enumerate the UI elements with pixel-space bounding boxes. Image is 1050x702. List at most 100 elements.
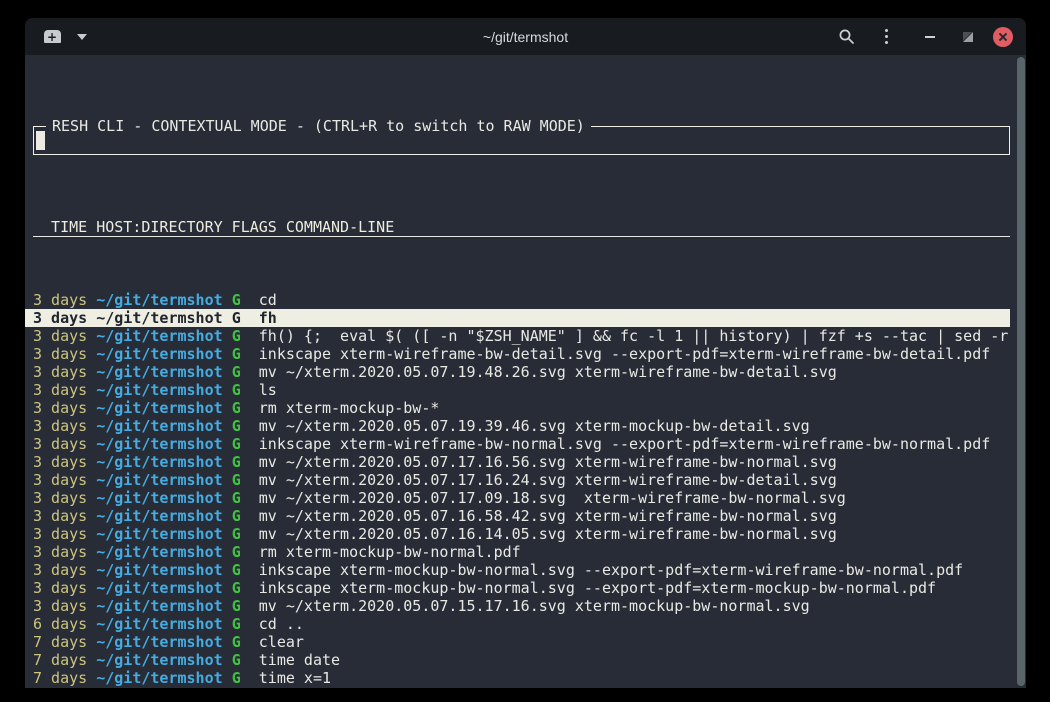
new-tab-icon (44, 30, 61, 43)
row-command: cd (259, 291, 277, 309)
row-time: 3 days (33, 345, 87, 363)
row-flags: G (232, 615, 241, 633)
history-rows: 3 days ~/git/termshot G cd3 days ~/git/t… (33, 291, 1026, 688)
history-row-selected[interactable]: 3 days ~/git/termshot G fh (25, 309, 1010, 327)
history-row[interactable]: 7 days ~/git/termshot G time x=1 (33, 669, 1026, 687)
row-time: 3 days (33, 435, 87, 453)
history-row[interactable]: 3 days ~/git/termshot G rm xterm-mockup-… (33, 543, 1026, 561)
row-time: 3 days (33, 381, 87, 399)
history-row[interactable]: 3 days ~/git/termshot G mv ~/xterm.2020.… (33, 507, 1026, 525)
history-row[interactable]: 7 days ~/git/termshot G clear (33, 633, 1026, 651)
row-time: 6 days (33, 615, 87, 633)
table-header: TIME HOST:DIRECTORY FLAGS COMMAND-LINE (33, 218, 1010, 237)
row-host-directory: ~/git/termshot (96, 471, 222, 489)
row-time: 3 days (33, 363, 87, 381)
row-host-directory: ~/git/termshot (96, 291, 222, 309)
row-time: 3 days (33, 489, 87, 507)
row-time: 7 days (33, 687, 87, 688)
row-command: ls (259, 381, 277, 399)
history-row[interactable]: 3 days ~/git/termshot G mv ~/xterm.2020.… (33, 363, 1026, 381)
minimize-icon (925, 36, 935, 38)
row-command: time x=1 (259, 669, 331, 687)
row-flags: G (232, 633, 241, 651)
minimize-button[interactable] (917, 24, 943, 49)
row-time: 3 days (33, 453, 87, 471)
row-host-directory: ~/git/termshot (96, 381, 222, 399)
new-tab-button[interactable] (39, 24, 65, 49)
row-flags: G (232, 651, 241, 669)
row-flags: G (232, 561, 241, 579)
row-host-directory: ~/git/termshot (96, 651, 222, 669)
history-row[interactable]: 3 days ~/git/termshot G fh() {; eval $( … (33, 327, 1026, 345)
row-host-directory: ~/git/termshot (96, 345, 222, 363)
row-time: 3 days (33, 579, 87, 597)
row-host-directory: ~/git/termshot (96, 489, 222, 507)
row-flags: G (232, 399, 241, 417)
row-flags: G (232, 507, 241, 525)
chevron-down-icon (77, 34, 87, 40)
row-command: rm xterm-mockup-bw-normal.pdf (259, 543, 521, 561)
row-time: 7 days (33, 669, 87, 687)
search-box[interactable]: RESH CLI - CONTEXTUAL MODE - (CTRL+R to … (33, 126, 1010, 155)
history-row[interactable]: 3 days ~/git/termshot G inkscape xterm-w… (33, 345, 1026, 363)
history-row[interactable]: 3 days ~/git/termshot G mv ~/xterm.2020.… (33, 417, 1026, 435)
scrollbar-thumb[interactable] (1017, 57, 1025, 686)
search-button[interactable] (833, 24, 859, 49)
row-time: 3 days (33, 507, 87, 525)
row-host-directory: ~/git/termshot (96, 561, 222, 579)
row-flags: G (232, 363, 241, 381)
menu-button[interactable] (873, 24, 899, 49)
row-host-directory: ~/git/termshot (96, 453, 222, 471)
restore-icon (963, 32, 973, 42)
row-command: mv ~/xterm.2020.05.07.17.16.24.svg xterm… (259, 471, 837, 489)
row-host-directory: ~/git/termshot (96, 327, 222, 345)
row-time: 3 days (33, 543, 87, 561)
row-host-directory: ~/git/termshot (96, 435, 222, 453)
search-box-title: RESH CLI - CONTEXTUAL MODE - (CTRL+R to … (46, 117, 591, 135)
history-row[interactable]: 3 days ~/git/termshot G cd (33, 291, 1026, 309)
row-command: inkscape xterm-mockup-bw-normal.svg --ex… (259, 579, 936, 597)
search-icon (838, 28, 855, 45)
history-row[interactable]: 3 days ~/git/termshot G rm xterm-mockup-… (33, 399, 1026, 417)
history-row[interactable]: 3 days ~/git/termshot G mv ~/xterm.2020.… (33, 525, 1026, 543)
row-command: mv ~/xterm.2020.05.07.19.48.26.svg xterm… (259, 363, 837, 381)
history-row[interactable]: 3 days ~/git/termshot G inkscape xterm-m… (33, 579, 1026, 597)
row-flags: G (232, 525, 241, 543)
restore-button[interactable] (955, 24, 981, 49)
row-host-directory: ~/git/termshot (96, 363, 222, 381)
row-flags: G (232, 471, 241, 489)
terminal-screen: RESH CLI - CONTEXTUAL MODE - (CTRL+R to … (25, 55, 1026, 688)
history-row[interactable]: 3 days ~/git/termshot G inkscape xterm-m… (33, 561, 1026, 579)
history-row[interactable]: 3 days ~/git/termshot G mv ~/xterm.2020.… (33, 453, 1026, 471)
history-row[interactable]: 7 days ~/git/termshot G time date (33, 651, 1026, 669)
history-row[interactable]: 3 days ~/git/termshot G mv ~/xterm.2020.… (33, 489, 1026, 507)
row-command: rm xterm-mockup-bw-* (259, 399, 440, 417)
row-flags: G (232, 417, 241, 435)
history-row[interactable]: 3 days ~/git/termshot G ls (33, 381, 1026, 399)
row-flags: G (232, 381, 241, 399)
history-row[interactable]: 3 days ~/git/termshot G mv ~/xterm.2020.… (33, 471, 1026, 489)
row-time: 3 days (33, 471, 87, 489)
history-row[interactable]: 3 days ~/git/termshot G mv ~/xterm.2020.… (33, 597, 1026, 615)
history-row[interactable]: 3 days ~/git/termshot G inkscape xterm-w… (33, 435, 1026, 453)
titlebar[interactable]: ~/git/termshot (25, 18, 1026, 55)
row-flags: G (232, 309, 241, 327)
row-host-directory: ~/git/termshot (96, 399, 222, 417)
text-cursor (36, 131, 45, 150)
row-command: time date (259, 651, 340, 669)
row-flags: G (232, 687, 241, 688)
row-host-directory: ~/git/termshot (96, 633, 222, 651)
row-time: 3 days (33, 417, 87, 435)
row-flags: G (232, 453, 241, 471)
row-flags: G (232, 291, 241, 309)
row-command: mv ~/xterm.2020.05.07.15.17.16.svg xterm… (259, 597, 810, 615)
row-command: mv ~/xterm.2020.05.07.17.16.56.svg xterm… (259, 453, 837, 471)
history-row[interactable]: 6 days ~/git/termshot G cd .. (33, 615, 1026, 633)
new-tab-dropdown-button[interactable] (69, 24, 95, 49)
row-flags: G (232, 597, 241, 615)
row-flags: G (232, 489, 241, 507)
row-flags: G (232, 327, 241, 345)
history-row[interactable]: 7 days ~/git/termshot G time echo someth… (33, 687, 1026, 688)
row-time: 3 days (33, 291, 87, 309)
close-button[interactable] (990, 24, 1016, 49)
